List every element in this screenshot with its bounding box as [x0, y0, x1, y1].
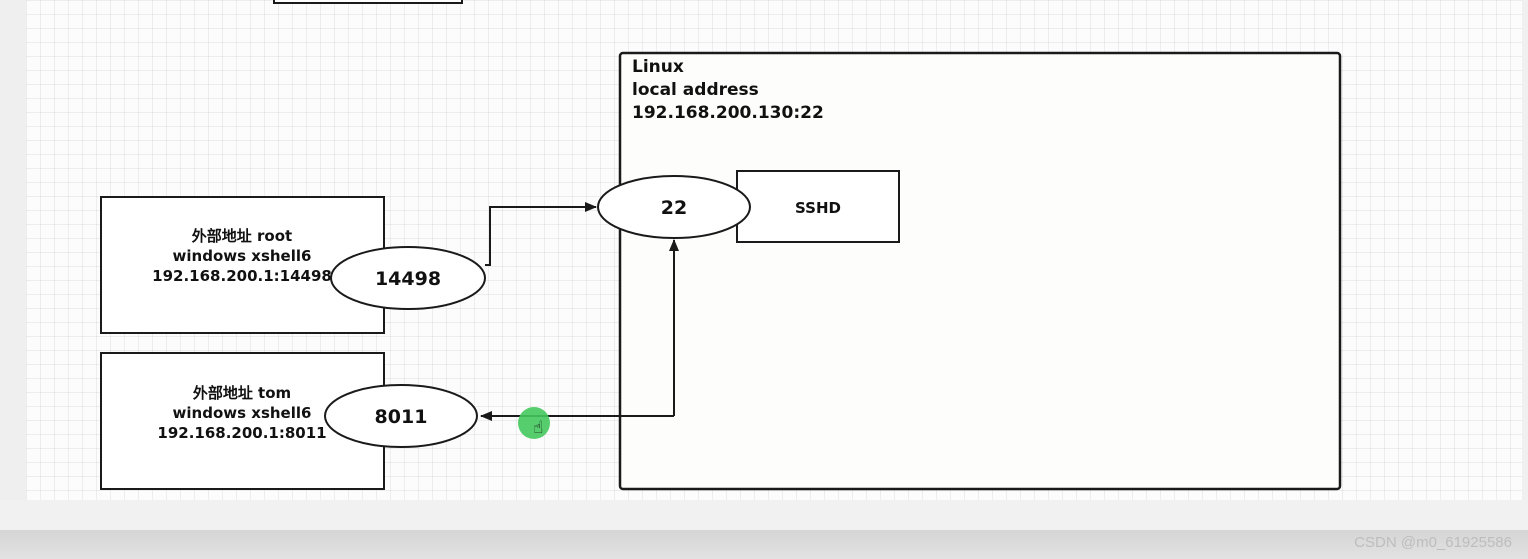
linux-title: Linux [632, 57, 684, 77]
client-root-app: windows xshell6 [173, 247, 312, 265]
linux-local-address-label: local address [632, 80, 759, 100]
hand-pointer-icon: ☝ [533, 418, 544, 438]
client-root-ip: 192.168.200.1:14498 [152, 267, 332, 285]
watermark-text: CSDN @m0_61925586 [1354, 534, 1512, 551]
client-tom-external-label: 外部地址 tom [192, 384, 291, 402]
connector-14498-to-22[interactable] [485, 202, 597, 266]
linux-ip-port: 192.168.200.130:22 [632, 103, 824, 123]
client-root-external-label: 外部地址 root [191, 227, 292, 245]
diagram-canvas: Linux local address 192.168.200.130:22 S… [0, 0, 1528, 559]
port-22-label: 22 [661, 197, 687, 219]
diagram-svg: Linux local address 192.168.200.130:22 S… [100, 0, 1342, 491]
port-14498-label: 14498 [375, 268, 441, 290]
client-tom-ip: 192.168.200.1:8011 [157, 424, 326, 442]
sshd-label: SSHD [795, 199, 841, 217]
client-tom-app: windows xshell6 [173, 404, 312, 422]
port-8011-label: 8011 [375, 406, 428, 428]
partial-top-box[interactable] [273, 0, 463, 4]
